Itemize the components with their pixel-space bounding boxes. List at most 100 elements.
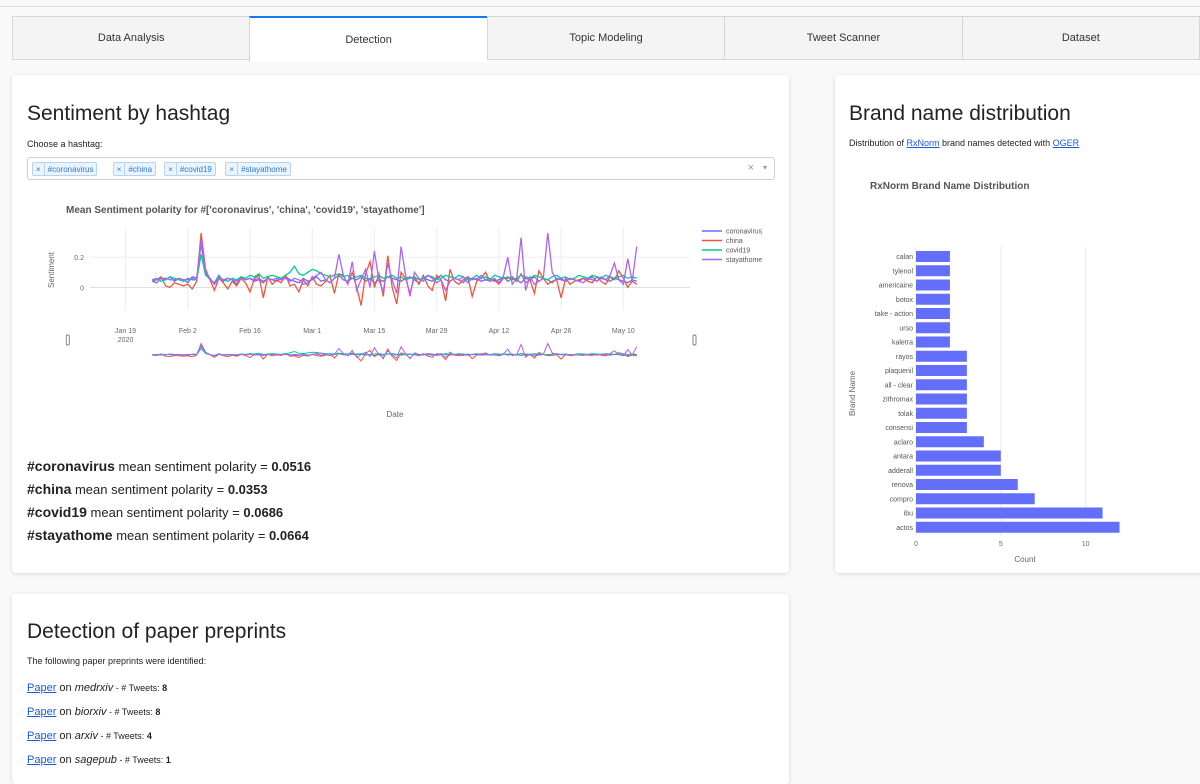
bar-calan[interactable] <box>916 251 950 262</box>
x-tick-label: Mar 15 <box>364 328 386 335</box>
x-tick-label: Mar 1 <box>303 328 321 335</box>
paper-count: 8 <box>155 707 161 717</box>
paper-sep: - # Tweets: <box>106 707 156 717</box>
paper-link[interactable]: Paper <box>27 706 56 718</box>
paper-count: 8 <box>162 683 168 693</box>
remove-chip-icon[interactable]: × <box>165 163 177 175</box>
paper-source: sagepub <box>74 754 117 766</box>
bar-consensi[interactable] <box>916 422 967 433</box>
paper-count: 1 <box>165 755 171 765</box>
bar-chart-title: RxNorm Brand Name Distribution <box>870 181 1029 192</box>
bar-tylenol[interactable] <box>916 265 950 277</box>
stat-value: 0.0664 <box>269 528 309 543</box>
sentiment-card: Sentiment by hashtag Choose a hashtag: ×… <box>12 75 789 573</box>
paper-link[interactable]: Paper <box>27 754 56 766</box>
paper-on: on <box>56 754 75 766</box>
range-slider-right-handle[interactable] <box>692 334 697 346</box>
x-tick-label: 5 <box>999 541 1003 548</box>
stat-label: mean sentiment polarity = <box>112 528 270 543</box>
bar-zithromax[interactable] <box>916 393 967 405</box>
bar-renova[interactable] <box>916 479 1018 490</box>
oger-link[interactable]: OGER <box>1053 138 1080 148</box>
x-tick-label: May 10 <box>612 328 635 335</box>
y-tick-label: renova <box>892 482 914 489</box>
paper-source: biorxiv <box>74 706 107 718</box>
paper-sep: - # Tweets: <box>116 755 166 765</box>
bar-antara[interactable] <box>916 450 1001 462</box>
remove-chip-icon[interactable]: × <box>226 163 239 175</box>
stat-hashtag: #stayathome <box>27 527 113 543</box>
y-tick-label: tolak <box>898 411 913 418</box>
bar-actos[interactable] <box>916 521 1120 533</box>
hashtag-multiselect[interactable]: × #coronavirus × #china × #covid19 × #stayathom… <box>27 157 775 180</box>
y-tick-label: antara <box>893 454 913 461</box>
sentiment-line-chart[interactable]: Mean Sentiment polarity for #['coronavir… <box>12 195 789 445</box>
x-tick-label: Apr 26 <box>551 328 572 335</box>
hashtag-chip[interactable]: × #coronavirus <box>32 162 98 176</box>
paper-link[interactable]: Paper <box>27 682 56 694</box>
x-tick-label: Apr 12 <box>489 328 510 335</box>
paper-link[interactable]: Paper <box>27 730 56 742</box>
y-axis-label: Sentiment <box>47 251 56 288</box>
preprint-item: Paper on medrxiv - # Tweets: 8 <box>27 682 167 694</box>
paper-source: arxiv <box>74 730 98 742</box>
y-tick-label: urso <box>899 325 913 332</box>
paper-on: on <box>56 706 75 718</box>
legend-label: covid19 <box>726 248 750 255</box>
stat-hashtag: #covid19 <box>27 504 87 520</box>
tab-data-analysis[interactable]: Data Analysis <box>12 16 250 60</box>
bar-take-action[interactable] <box>916 308 950 319</box>
bar-ibu[interactable] <box>916 507 1103 519</box>
y-tick-label: ibu <box>904 511 913 518</box>
bar-adderall[interactable] <box>916 464 1001 476</box>
x-axis-label: Date <box>387 410 404 419</box>
bar-botox[interactable] <box>916 293 950 305</box>
y-tick-label: 0 <box>80 285 84 292</box>
y-tick-label: all - clear <box>885 382 914 389</box>
legend-label: stayathome <box>726 257 762 264</box>
bar-urso[interactable] <box>916 322 950 334</box>
remove-chip-icon[interactable]: × <box>114 163 126 175</box>
mean-sentiment-stat: #coronavirus mean sentiment polarity = 0… <box>27 458 311 474</box>
hashtag-chip[interactable]: × #covid19 <box>164 162 216 176</box>
bar-tolak[interactable] <box>916 407 967 419</box>
stat-hashtag: #china <box>27 481 72 497</box>
y-tick-label: consensi <box>885 425 913 432</box>
y-tick-label: compro <box>890 496 913 503</box>
series-line-china <box>151 232 638 306</box>
chevron-down-icon[interactable]: ▾ <box>763 163 767 172</box>
y-tick-label: 0.2 <box>74 255 84 262</box>
bar-americaine[interactable] <box>916 279 950 291</box>
range-slider-left-handle[interactable] <box>65 334 70 346</box>
y-tick-label: plaquenil <box>885 368 913 375</box>
tab-dataset[interactable]: Dataset <box>961 16 1200 60</box>
hashtag-chip[interactable]: × #china <box>112 162 157 176</box>
tab-tweet-scanner[interactable]: Tweet Scanner <box>724 16 962 60</box>
mean-sentiment-stat: #stayathome mean sentiment polarity = 0.… <box>27 527 309 543</box>
bar-all-clear[interactable] <box>916 379 967 391</box>
preprint-item: Paper on biorxiv - # Tweets: 8 <box>27 706 160 718</box>
rxnorm-link[interactable]: RxNorm <box>907 138 940 148</box>
bar-kaletra[interactable] <box>916 336 950 348</box>
y-tick-label: tylenol <box>893 268 914 275</box>
bar-compro[interactable] <box>916 493 1035 505</box>
tab-topic-modeling[interactable]: Topic Modeling <box>486 16 725 60</box>
x-tick-label: Jan 19 <box>115 328 136 335</box>
brand-desc-prefix: Distribution of <box>849 138 907 148</box>
remove-chip-icon[interactable]: × <box>33 163 45 175</box>
tab-detection[interactable]: Detection <box>249 16 487 62</box>
bar-plaquenil[interactable] <box>916 365 967 376</box>
x-tick-label: Mar 29 <box>426 328 448 335</box>
stat-value: 0.0686 <box>243 505 284 520</box>
bar-rayos[interactable] <box>916 350 967 362</box>
y-axis-label: Brand Name <box>848 371 857 416</box>
brand-title: Brand name distribution <box>849 102 1071 125</box>
brand-bar-chart[interactable]: RxNorm Brand Name Distribution 0 5 10 calan t… <box>835 165 1200 565</box>
main-tabs: Data Analysis Detection Topic Modeling Twee… <box>12 16 1200 62</box>
hashtag-chip[interactable]: × #stayathome <box>225 162 291 176</box>
bar-aclaro[interactable] <box>916 436 984 448</box>
line-chart-title: Mean Sentiment polarity for #['coronavir… <box>66 205 425 216</box>
x-axis-label: Count <box>1014 555 1036 564</box>
clear-icon[interactable]: × <box>748 162 754 174</box>
series-line-coronavirus <box>151 243 637 286</box>
